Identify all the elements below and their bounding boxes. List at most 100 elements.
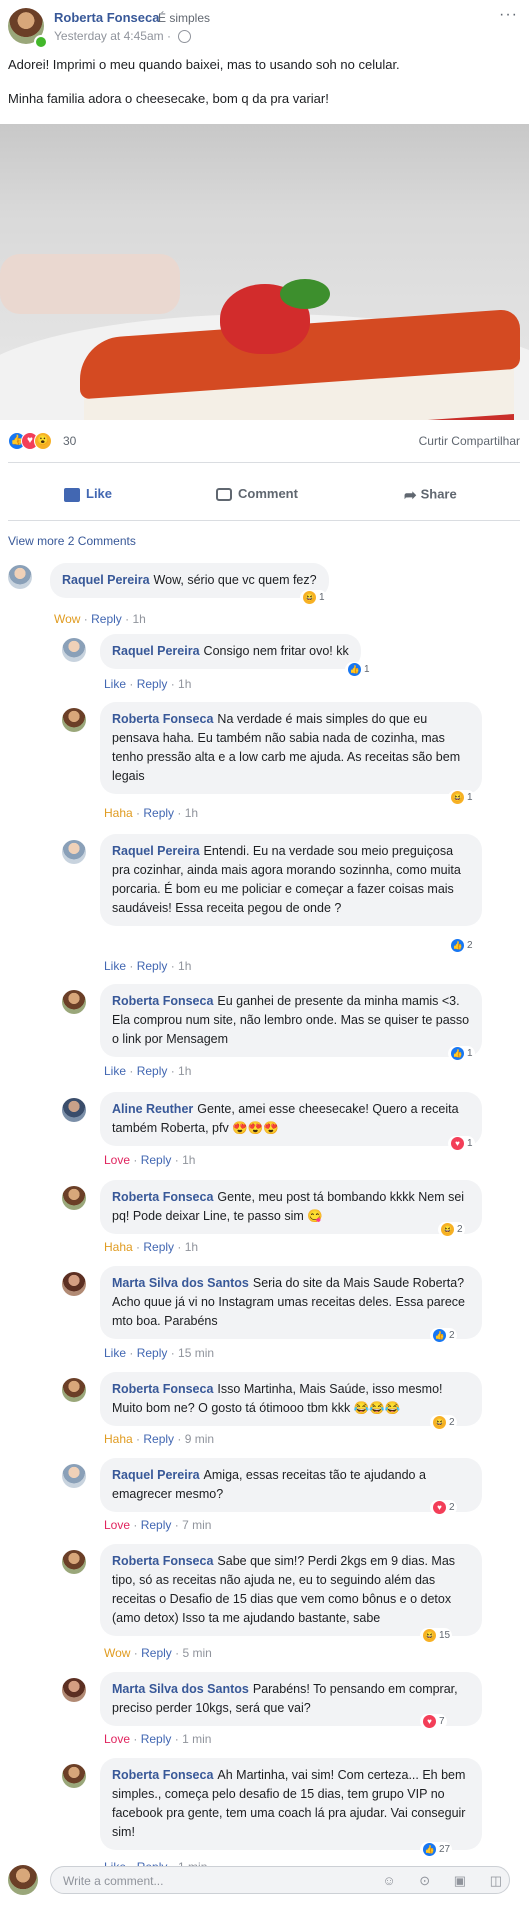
comment-meta: Wow · Reply · 5 min	[104, 1646, 212, 1660]
comment-author[interactable]: Roberta Fonseca	[112, 994, 213, 1008]
comment-like-link[interactable]: Like	[104, 1346, 126, 1360]
comment-reply-link[interactable]: Reply	[137, 959, 168, 973]
comment-avatar[interactable]	[62, 1098, 86, 1122]
comment-reaction-badge[interactable]: 👍 27	[420, 1842, 453, 1857]
comment-reaction-badge[interactable]: 😆 2	[438, 1222, 465, 1237]
comment-reply-link[interactable]: Reply	[137, 677, 168, 691]
post-group[interactable]: É simples	[158, 11, 210, 25]
comment-reply-link[interactable]: Reply	[143, 1432, 174, 1446]
reaction-count[interactable]: 30	[63, 434, 76, 448]
comment-time[interactable]: 1h	[178, 677, 191, 691]
comment-author[interactable]: Roberta Fonseca	[112, 1554, 213, 1568]
comment-avatar[interactable]	[62, 708, 86, 732]
comment-reply-link[interactable]: Reply	[141, 1153, 172, 1167]
share-button[interactable]: ➦ Share	[404, 486, 457, 504]
post-timestamp[interactable]: Yesterday at 4:45am	[54, 29, 164, 43]
comment-time[interactable]: 1h	[178, 1064, 191, 1078]
comment-reaction-badge[interactable]: 👍 2	[430, 1328, 457, 1343]
comment-time[interactable]: 9 min	[185, 1432, 214, 1446]
comment-author[interactable]: Aline Reuther	[112, 1102, 193, 1116]
comment-reply-link[interactable]: Reply	[143, 806, 174, 820]
comment-avatar[interactable]	[62, 1550, 86, 1574]
comment-reaction-badge[interactable]: 👍 2	[448, 938, 475, 953]
comment-reply-link[interactable]: Reply	[137, 1064, 168, 1078]
comment-reply-link[interactable]: Reply	[91, 612, 122, 626]
comment-reaction-badge[interactable]: 👍 1	[345, 662, 372, 677]
comment-time[interactable]: 1h	[185, 806, 198, 820]
comment-author[interactable]: Roberta Fonseca	[112, 1768, 213, 1782]
post-author[interactable]: Roberta Fonseca	[54, 10, 159, 25]
view-more-comments[interactable]: View more 2 Comments	[8, 534, 136, 548]
comment-like-link[interactable]: Like	[104, 677, 126, 691]
post-time[interactable]: Yesterday at 4:45am ·	[54, 29, 192, 44]
comment-like-link[interactable]: Love	[104, 1732, 130, 1746]
comment-author[interactable]: Roberta Fonseca	[112, 712, 213, 726]
comment-reaction-badge[interactable]: 😆 15	[420, 1628, 453, 1643]
comment-author[interactable]: Marta Silva dos Santos	[112, 1276, 249, 1290]
comment-time[interactable]: 5 min	[182, 1646, 211, 1660]
comment-bubble: Roberta Fonseca Na verdade é mais simples…	[100, 702, 482, 794]
comment-reaction-count: 2	[449, 1417, 455, 1429]
comment-time[interactable]: 1h	[132, 612, 145, 626]
more-options-icon[interactable]: ···	[499, 6, 518, 24]
curtir-compartilhar[interactable]: Curtir Compartilhar	[419, 434, 520, 448]
reactions-summary[interactable]: 👍 ♥ 😮 30 Curtir Compartilhar	[8, 430, 520, 452]
cheesecake-photo[interactable]	[0, 124, 529, 420]
haha-reaction-icon: 😮	[34, 432, 52, 450]
comment-bubble: Marta Silva dos Santos Seria do site da M…	[100, 1266, 482, 1339]
comment-author[interactable]: Raquel Pereira	[112, 1468, 200, 1482]
comment-reaction-badge[interactable]: 😆 1	[448, 790, 475, 805]
comment-like-link[interactable]: Haha	[104, 1432, 133, 1446]
comment-avatar[interactable]	[62, 1378, 86, 1402]
comment-reply-link[interactable]: Reply	[141, 1732, 172, 1746]
comment-reaction-count: 1	[364, 664, 370, 676]
comment-author[interactable]: Raquel Pereira	[112, 844, 200, 858]
like-button[interactable]: Like	[64, 486, 112, 502]
comment-reaction-badge[interactable]: 😆 2	[430, 1415, 457, 1430]
comment-avatar[interactable]	[8, 565, 32, 589]
comment-time[interactable]: 1h	[178, 959, 191, 973]
comment-reaction-badge[interactable]: ♥ 2	[430, 1500, 457, 1515]
comment-author[interactable]: Roberta Fonseca	[112, 1190, 213, 1204]
comment-avatar[interactable]	[62, 638, 86, 662]
comment-reply-link[interactable]: Reply	[141, 1518, 172, 1532]
comment-like-link[interactable]: Love	[104, 1153, 130, 1167]
comment-avatar[interactable]	[62, 1464, 86, 1488]
comment-author[interactable]: Roberta Fonseca	[112, 1382, 213, 1396]
comment-bubble: Roberta Fonseca Isso Martinha, Mais Saúde…	[100, 1372, 482, 1426]
comment-author[interactable]: Marta Silva dos Santos	[112, 1682, 249, 1696]
comment-like-link[interactable]: Like	[104, 959, 126, 973]
comment-reply-link[interactable]: Reply	[141, 1646, 172, 1660]
comment-time[interactable]: 1h	[185, 1240, 198, 1254]
comment-avatar[interactable]	[62, 840, 86, 864]
comment-avatar[interactable]	[62, 1678, 86, 1702]
comment-avatar[interactable]	[62, 1186, 86, 1210]
comment-reaction-badge[interactable]: ♥ 1	[448, 1136, 475, 1151]
comment-time[interactable]: 7 min	[182, 1518, 211, 1532]
comment-reaction-badge[interactable]: 👍 1	[448, 1046, 475, 1061]
love-reaction-icon: ♥	[450, 1136, 465, 1151]
comment-avatar[interactable]	[62, 1764, 86, 1788]
comment-reply-link[interactable]: Reply	[143, 1240, 174, 1254]
comment-like-link[interactable]: Wow	[104, 1646, 130, 1660]
comment-time[interactable]: 15 min	[178, 1346, 214, 1360]
comment-reaction-badge[interactable]: ♥ 7	[420, 1714, 447, 1729]
comment-reply-link[interactable]: Reply	[137, 1346, 168, 1360]
comment-like-link[interactable]: Wow	[54, 612, 80, 626]
comment-time[interactable]: 1 min	[182, 1732, 211, 1746]
comment-reaction-badge[interactable]: 😆 1	[300, 590, 327, 605]
comment-avatar[interactable]	[62, 1272, 86, 1296]
comment-author[interactable]: Raquel Pereira	[112, 644, 200, 658]
comment-like-link[interactable]: Love	[104, 1518, 130, 1532]
comment-like-link[interactable]: Haha	[104, 806, 133, 820]
comment-avatar[interactable]	[62, 990, 86, 1014]
comment-attach-icons[interactable]: ☺ ⊙ ▣ ◫	[382, 1873, 512, 1889]
comment-time[interactable]: 1h	[182, 1153, 195, 1167]
comment-button[interactable]: Comment	[216, 486, 298, 502]
like-label: Like	[86, 486, 113, 501]
comment-like-link[interactable]: Haha	[104, 1240, 133, 1254]
share-label: Share	[420, 486, 457, 502]
comment-like-link[interactable]: Like	[104, 1064, 126, 1078]
comment-reaction-count: 1	[467, 1138, 473, 1150]
comment-author[interactable]: Raquel Pereira	[62, 573, 150, 587]
